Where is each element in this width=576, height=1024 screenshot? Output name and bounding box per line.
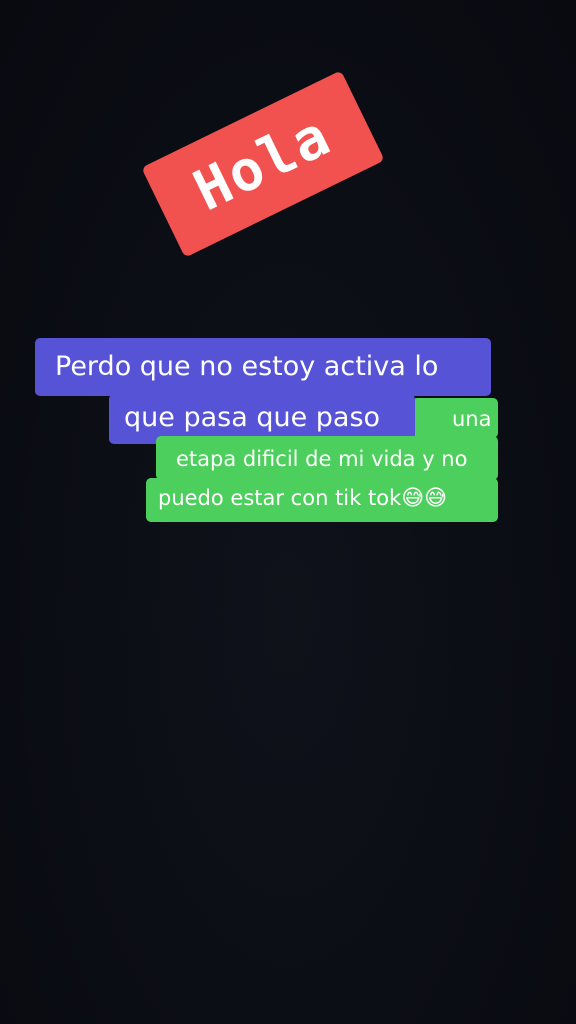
caption-line-5: puedo estar con tik tok😅😅 — [146, 478, 498, 522]
caption-line-1-text: Perdo que no estoy activa lo — [55, 351, 439, 382]
caption-line-1: Perdo que no estoy activa lo — [35, 338, 491, 396]
caption-line-3-text: una — [452, 407, 492, 431]
sweat-smile-emoji-icon: 😅😅 — [401, 486, 448, 511]
caption-line-5-text: puedo estar con tik tok — [158, 486, 402, 510]
caption-line-4-text: etapa dificil de mi vida y no — [176, 447, 468, 471]
caption-line-2-text: que pasa que paso — [124, 402, 381, 433]
caption-line-4: etapa dificil de mi vida y no — [156, 436, 498, 480]
caption-line-3: una — [428, 398, 498, 438]
